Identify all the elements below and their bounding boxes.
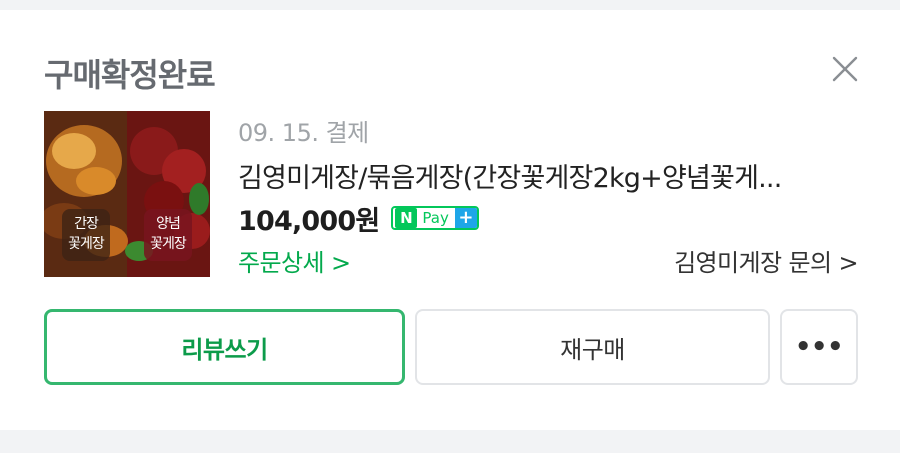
price-row: 104,000원 N Pay +	[238, 200, 479, 237]
thumbnail-badge-spicy-line1: 양념	[156, 216, 181, 232]
write-review-button[interactable]: 리뷰쓰기	[44, 309, 405, 385]
product-price: 104,000원	[238, 205, 380, 237]
product-name[interactable]: 김영미게장/묶음게장(간장꽃게장2kg+양념꽃게...	[238, 156, 858, 195]
order-status-title: 구매확정완료	[44, 56, 216, 94]
npay-pay-label: Pay	[422, 209, 449, 227]
thumbnail-badge-soy-line1: 간장	[74, 216, 99, 232]
thumbnail-badge-soy: 간장 꽃게장	[62, 209, 110, 261]
rebuy-button[interactable]: 재구매	[415, 309, 770, 385]
payment-date: 09. 15. 결제	[238, 119, 369, 147]
thumbnail-badge-spicy: 양념 꽃게장	[144, 209, 192, 261]
product-thumbnail[interactable]: 간장 꽃게장 양념 꽃게장	[44, 111, 210, 277]
more-dots-icon: •••	[794, 332, 844, 362]
order-detail-link[interactable]: 주문상세 >	[238, 243, 351, 278]
thumbnail-badge-spicy-line2: 꽃게장	[150, 236, 187, 252]
seller-inquiry-link[interactable]: 김영미게장 문의 >	[674, 243, 859, 278]
thumbnail-badge-soy-line2: 꽃게장	[68, 236, 105, 252]
close-button[interactable]	[826, 50, 864, 88]
npay-n-icon: N	[395, 208, 418, 228]
npay-plus-badge: N Pay +	[391, 206, 479, 230]
npay-plus-icon: +	[454, 208, 477, 228]
close-icon	[832, 56, 858, 82]
order-card: 구매확정완료 간장 꽃게장 양념 꽃게장 09. 15. 결제 김영미게장/묶음…	[0, 10, 900, 430]
more-options-button[interactable]: •••	[780, 309, 858, 385]
